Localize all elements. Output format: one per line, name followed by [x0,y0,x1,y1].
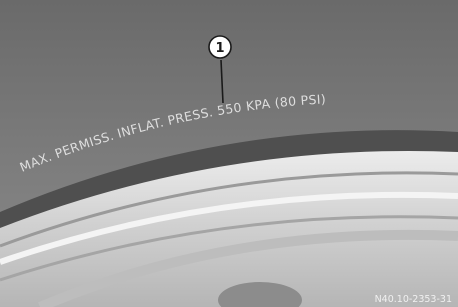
tire-sidewall-figure: 1 MAX. PERMISS. INFLAT. PRESS. 550 KPA (… [0,0,458,307]
callout-marker: 1 [208,35,232,59]
figure-id: N40.10-2353-31 [375,294,452,305]
tire-illustration: 1 MAX. PERMISS. INFLAT. PRESS. 550 KPA (… [0,0,458,307]
callout-number: 1 [215,41,224,56]
